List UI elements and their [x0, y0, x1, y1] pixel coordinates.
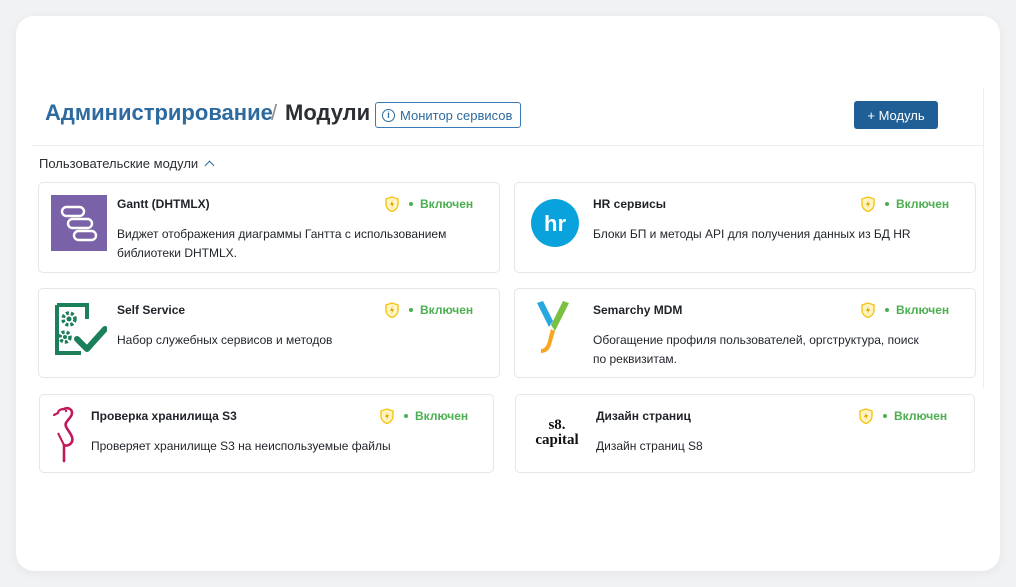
right-divider — [983, 88, 984, 388]
status-badge: Включен — [861, 196, 949, 212]
status-dot — [404, 414, 408, 418]
shield-icon — [385, 196, 399, 212]
module-description: Проверяет хранилище S3 на неиспользуемые… — [91, 439, 391, 453]
s8-logo-line1: s8. — [548, 417, 565, 433]
flamingo-logo-icon — [50, 403, 80, 465]
shield-icon — [859, 408, 873, 424]
breadcrumb-root-link[interactable]: Администрирование — [45, 100, 273, 126]
semarchy-logo-icon — [533, 299, 573, 359]
status-label: Включен — [896, 303, 950, 317]
s8-logo-line2: capital — [535, 432, 578, 448]
status-label: Включен — [420, 197, 474, 211]
monitor-services-button[interactable]: i Монитор сервисов — [375, 102, 522, 128]
module-title: Проверка хранилища S3 — [91, 409, 237, 423]
shield-icon — [380, 408, 394, 424]
module-description: Виджет отображения диаграммы Гантта с ис… — [117, 227, 447, 260]
module-title: HR сервисы — [593, 197, 667, 211]
module-title: Self Service — [117, 303, 186, 317]
module-card-page-design[interactable]: s8. capital Дизайн страниц Включен Дизай… — [515, 394, 975, 473]
status-badge: Включен — [385, 196, 473, 212]
status-badge: Включен — [859, 408, 947, 424]
status-badge: Включен — [861, 302, 949, 318]
module-title: Дизайн страниц — [596, 409, 691, 423]
status-dot — [883, 414, 887, 418]
status-label: Включен — [415, 409, 469, 423]
module-title: Semarchy MDM — [593, 303, 683, 317]
module-card-gantt[interactable]: Gantt (DHTMLX) Включен Виджет отображени… — [38, 182, 500, 273]
module-card-semarchy[interactable]: Semarchy MDM Включен Обогащение профиля … — [514, 288, 976, 378]
shield-icon — [385, 302, 399, 318]
add-module-button[interactable]: + Модуль — [854, 101, 938, 129]
s8-capital-logo-icon: s8. capital — [528, 415, 586, 451]
status-label: Включен — [896, 197, 950, 211]
module-description: Блоки БП и методы API для получения данн… — [593, 227, 911, 241]
module-description: Обогащение профиля пользователей, оргстр… — [593, 333, 919, 366]
status-dot — [409, 202, 413, 206]
module-description: Дизайн страниц S8 — [596, 439, 703, 453]
section-title: Пользовательские модули — [39, 156, 199, 171]
status-badge: Включен — [380, 408, 468, 424]
status-label: Включен — [420, 303, 474, 317]
shield-icon — [861, 302, 875, 318]
status-badge: Включен — [385, 302, 473, 318]
status-dot — [885, 202, 889, 206]
shield-icon — [861, 196, 875, 212]
info-icon: i — [382, 108, 395, 122]
header-divider — [32, 145, 984, 146]
hr-logo-icon: hr — [531, 199, 579, 247]
monitor-services-label: Монитор сервисов — [400, 107, 513, 123]
module-card-s3-check[interactable]: Проверка хранилища S3 Включен Проверяет … — [39, 394, 494, 473]
chevron-up-icon — [204, 160, 215, 171]
module-card-hr[interactable]: hr HR сервисы Включен Блоки БП и методы … — [514, 182, 976, 273]
status-dot — [885, 308, 889, 312]
section-toggle[interactable]: Пользовательские модули — [39, 156, 215, 171]
status-label: Включен — [894, 409, 948, 423]
breadcrumb-separator: / — [271, 100, 278, 125]
status-dot — [409, 308, 413, 312]
self-service-logo-icon — [51, 301, 108, 357]
module-title: Gantt (DHTMLX) — [117, 197, 210, 211]
page-header: Администрирование / Модули i Монитор сер… — [45, 88, 938, 138]
module-card-self-service[interactable]: Self Service Включен Набор служебных сер… — [38, 288, 500, 378]
page-title: Модули — [285, 100, 371, 125]
gantt-logo-icon — [51, 195, 107, 251]
hr-logo-text: hr — [544, 211, 566, 236]
module-description: Набор служебных сервисов и методов — [117, 333, 333, 347]
